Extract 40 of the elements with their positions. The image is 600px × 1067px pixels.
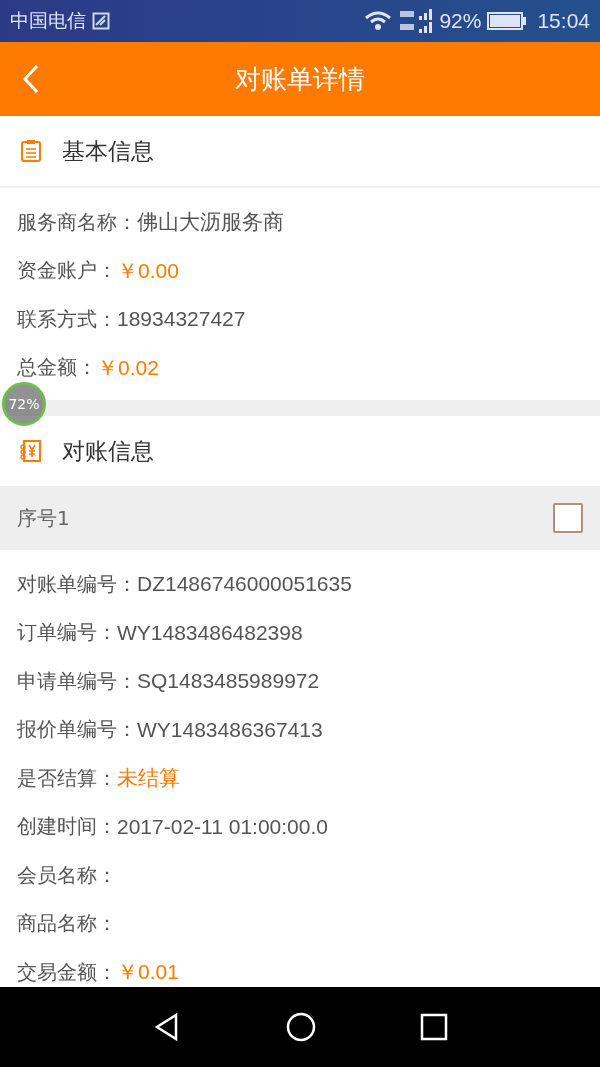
field-label: 商品名称： [17, 910, 117, 938]
section-title: 基本信息 [62, 136, 154, 166]
field-label: 创建时间： [17, 813, 117, 841]
field-label: 服务商名称： [17, 208, 137, 236]
field-label: 联系方式： [17, 305, 117, 333]
field-value: ￥0.02 [97, 354, 159, 381]
field-value: 2017-02-11 01:00:00.0 [117, 814, 328, 839]
battery-icon [487, 12, 528, 30]
notebook-icon [20, 439, 42, 463]
clipboard-icon [20, 139, 42, 163]
recent-apps-icon[interactable] [420, 1013, 448, 1041]
section-title: 对账信息 [62, 436, 154, 466]
field-label: 是否结算： [17, 764, 117, 792]
field-value: 18934327427 [117, 307, 246, 332]
page-title: 对账单详情 [235, 62, 365, 96]
home-circle-icon[interactable] [286, 1012, 316, 1042]
field-value: ￥0.00 [117, 257, 179, 284]
signal-icon [399, 8, 434, 34]
field-label: 资金账户： [17, 257, 117, 285]
field-label: 总金额： [17, 354, 97, 382]
field-value: 未结算 [117, 765, 180, 792]
floating-progress-badge[interactable]: 72% [2, 382, 46, 426]
carrier-name: 中国电信 [10, 8, 86, 33]
field-label: 对账单编号： [17, 570, 137, 598]
field-value: WY1483486482398 [117, 620, 303, 645]
field-label: 会员名称： [17, 861, 117, 889]
image-icon [92, 12, 110, 30]
battery-percentage: 92% [439, 9, 482, 33]
field-value: WY1483486367413 [137, 717, 323, 742]
item-index: 序号1 [17, 504, 70, 532]
field-label: 交易金额： [17, 958, 117, 986]
field-label: 申请单编号： [17, 667, 137, 695]
field-value: SQ1483485989972 [137, 669, 320, 694]
field-label: 报价单编号： [17, 716, 137, 744]
field-value: 佛山大沥服务商 [137, 209, 284, 236]
checkbox[interactable] [553, 503, 583, 533]
field-value: ￥0.01 [117, 959, 179, 986]
field-label: 订单编号： [17, 619, 117, 647]
field-value: DZ1486746000051635 [137, 572, 352, 597]
clock-time: 15:04 [537, 9, 590, 33]
